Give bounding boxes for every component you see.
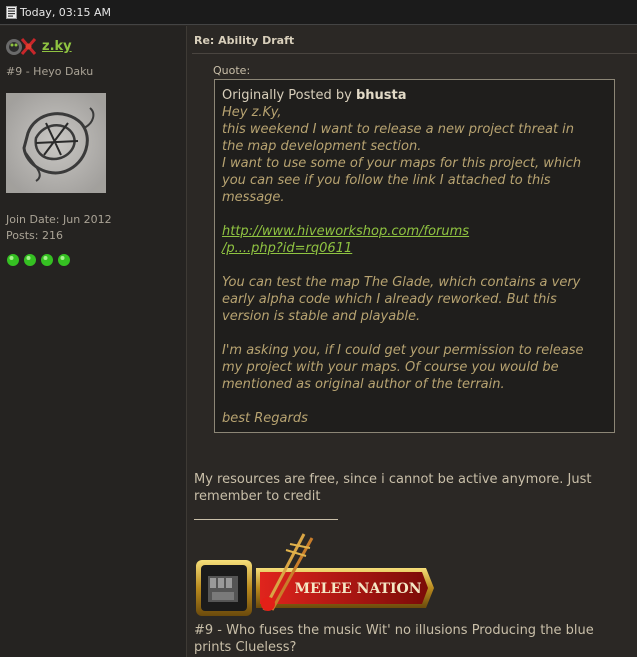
- reputation-dot: [24, 254, 36, 266]
- post-date: Today, 03:15 AM: [20, 6, 112, 19]
- user-avatar[interactable]: [6, 93, 106, 193]
- quote-line: I want to use some of your maps for this…: [222, 156, 582, 171]
- quote-line: mentioned as original author of the terr…: [222, 377, 505, 392]
- quote-line: You can test the map The Glade, which co…: [222, 275, 581, 290]
- post-header-bar: Today, 03:15 AM: [0, 0, 637, 25]
- quote-line: version is stable and playable.: [222, 309, 421, 324]
- banner-text: MELEE NATION: [294, 581, 421, 597]
- quote-author: bhusta: [355, 88, 407, 103]
- quote-line: I'm asking you, if I could get your perm…: [222, 343, 584, 358]
- quote-link[interactable]: http://www.hiveworkshop.com/forums: [222, 224, 469, 239]
- quote-line: my project with your maps. Of course you…: [222, 360, 559, 375]
- quote-prefix: Originally Posted by: [222, 88, 352, 103]
- join-date: Join Date: Jun 2012: [6, 213, 112, 226]
- quote-line: this weekend I want to release a new pro…: [222, 122, 575, 137]
- title-divider: [192, 53, 637, 54]
- user-title: #9 - Heyo Daku: [6, 65, 94, 78]
- post-icon: [6, 6, 17, 19]
- signature-text: #9 - Who fuses the music Wit' no illusio…: [194, 623, 594, 638]
- quote-line: you can see if you follow the link I att…: [222, 173, 551, 188]
- post-count: Posts: 216: [6, 229, 63, 242]
- signature-divider: [194, 519, 338, 520]
- user-rank-icon: [6, 38, 37, 55]
- signature-banner[interactable]: MELEE NATION: [194, 530, 436, 618]
- reputation-dot: [58, 254, 70, 266]
- quote-label: Quote:: [213, 64, 251, 77]
- quote-line: early alpha code which I already reworke…: [222, 292, 557, 307]
- quote-line: the map development section.: [222, 139, 422, 154]
- signature-text: prints Clueless?: [194, 640, 297, 655]
- quote-attribution: Originally Posted by bhusta: [222, 88, 407, 103]
- reputation-indicator[interactable]: [6, 253, 76, 267]
- reputation-dot: [7, 254, 19, 266]
- quote-line: Hey z.Ky,: [222, 105, 282, 120]
- reply-text: remember to credit: [194, 489, 321, 504]
- username-link[interactable]: z.ky: [42, 39, 72, 54]
- quote-closing: best Regards: [222, 411, 308, 426]
- quote-link[interactable]: /p....php?id=rq0611: [222, 241, 352, 256]
- reputation-dot: [41, 254, 53, 266]
- reply-text: My resources are free, since i cannot be…: [194, 472, 592, 487]
- quote-line: message.: [222, 190, 285, 205]
- post-title: Re: Ability Draft: [194, 34, 295, 47]
